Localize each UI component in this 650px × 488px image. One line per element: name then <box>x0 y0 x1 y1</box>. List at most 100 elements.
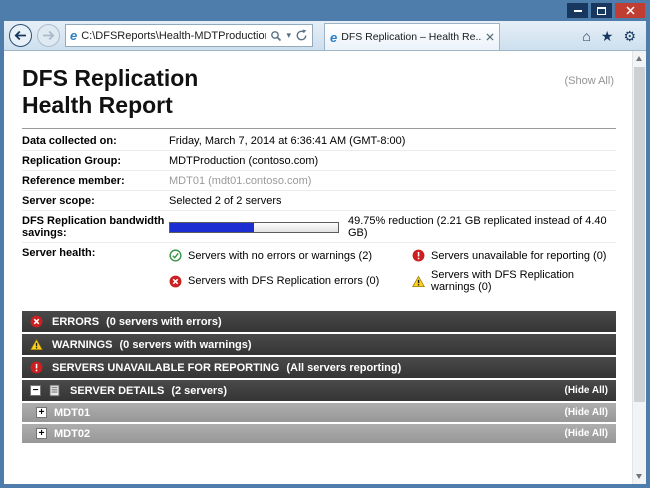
page-favicon-icon: e <box>70 29 77 42</box>
health-text: Servers with DFS Replication warnings (0… <box>431 269 616 293</box>
back-arrow-icon <box>14 30 27 41</box>
forward-button[interactable] <box>37 24 60 47</box>
report-summary: Data collected on: Friday, March 7, 2014… <box>22 131 616 299</box>
section-label: WARNINGS <box>52 339 113 351</box>
section-errors[interactable]: ERRORS (0 servers with errors) <box>22 311 616 332</box>
maximize-button[interactable] <box>591 3 612 18</box>
error-icon <box>169 275 182 288</box>
back-button[interactable] <box>9 24 32 47</box>
forward-arrow-icon <box>42 30 55 41</box>
expand-expander-box[interactable]: + <box>36 428 47 439</box>
bandwidth-value: 49.75% reduction (2.21 GB replicated ins… <box>169 215 616 239</box>
search-icon[interactable] <box>270 30 282 42</box>
section-label: SERVERS UNAVAILABLE FOR REPORTING <box>52 362 279 374</box>
hide-all-link[interactable]: (Hide All) <box>564 407 608 418</box>
health-item-warnings: Servers with DFS Replication warnings (0… <box>412 269 616 293</box>
info-value: Friday, March 7, 2014 at 6:36:41 AM (GMT… <box>169 135 616 147</box>
section-label: SERVER DETAILS <box>70 385 164 397</box>
tab-title: DFS Replication – Health Re... <box>341 31 482 43</box>
section-detail: (0 servers with errors) <box>106 316 222 328</box>
info-label: Server health: <box>22 247 169 296</box>
health-item-errors: Servers with DFS Replication errors (0) <box>169 269 412 293</box>
report-page: DFS Replication Health Report (Show All)… <box>4 51 646 484</box>
section-server-details[interactable]: − SERVER DETAILS (2 servers) (Hide All) <box>22 380 616 401</box>
minimize-button[interactable] <box>567 3 588 18</box>
section-warnings[interactable]: WARNINGS (0 servers with warnings) <box>22 334 616 355</box>
page-title-line1: DFS Replication <box>22 65 616 92</box>
server-name: MDT01 <box>54 407 90 419</box>
info-row-reference-member: Reference member: MDT01 (mdt01.contoso.c… <box>22 171 616 191</box>
info-value: MDTProduction (contoso.com) <box>169 155 616 167</box>
vertical-scrollbar[interactable] <box>632 51 646 484</box>
error-icon <box>30 315 43 328</box>
tools-gear-button[interactable]: ⚙ <box>623 29 636 43</box>
warning-icon <box>412 275 425 288</box>
tab-favicon-icon: e <box>330 31 337 44</box>
section-detail: (0 servers with warnings) <box>120 339 252 351</box>
navigation-bar: e C:\DFSReports\Health-MDTProduction-07M… <box>4 21 646 51</box>
health-item-unavailable: Servers unavailable for reporting (0) <box>412 249 616 262</box>
section-servers-unavailable[interactable]: SERVERS UNAVAILABLE FOR REPORTING (All s… <box>22 357 616 378</box>
hide-all-link[interactable]: (Hide All) <box>564 385 608 396</box>
scroll-up-arrow[interactable] <box>633 51 646 66</box>
refresh-icon[interactable] <box>295 29 308 42</box>
bandwidth-progress-bar <box>169 222 339 233</box>
scroll-thumb[interactable] <box>634 67 645 402</box>
title-divider <box>22 128 616 129</box>
close-icon <box>626 6 635 15</box>
page-content: DFS Replication Health Report (Show All)… <box>4 51 646 484</box>
info-row-data-collected: Data collected on: Friday, March 7, 2014… <box>22 131 616 151</box>
minimize-icon <box>574 10 582 12</box>
server-health-grid: Servers with no errors or warnings (2) S… <box>169 247 616 296</box>
info-row-server-scope: Server scope: Selected 2 of 2 servers <box>22 191 616 211</box>
bandwidth-text: 49.75% reduction (2.21 GB replicated ins… <box>348 215 616 239</box>
tab-dfs-replication-health-report[interactable]: e DFS Replication – Health Re... <box>324 23 500 50</box>
caption-buttons <box>567 3 646 18</box>
tab-close-icon[interactable] <box>486 33 494 41</box>
collapse-expander-box[interactable]: − <box>30 385 41 396</box>
expand-expander-box[interactable]: + <box>36 407 47 418</box>
ok-icon <box>169 249 182 262</box>
info-row-bandwidth: DFS Replication bandwidth savings: 49.75… <box>22 211 616 243</box>
info-label: Replication Group: <box>22 155 169 167</box>
chevron-down-icon[interactable]: ▾ <box>286 31 291 40</box>
address-bar[interactable]: e C:\DFSReports\Health-MDTProduction-07M… <box>65 24 313 47</box>
unavailable-icon <box>30 361 43 374</box>
close-button[interactable] <box>615 3 645 18</box>
show-all-link[interactable]: (Show All) <box>564 75 614 87</box>
section-detail: (All servers reporting) <box>286 362 401 374</box>
home-button[interactable]: ⌂ <box>582 29 590 43</box>
unavailable-icon <box>412 249 425 262</box>
server-row-mdt01[interactable]: + MDT01 (Hide All) <box>22 403 616 422</box>
page-title: DFS Replication Health Report <box>22 65 616 119</box>
section-label: ERRORS <box>52 316 99 328</box>
info-label: Data collected on: <box>22 135 169 147</box>
browser-window: e C:\DFSReports\Health-MDTProduction-07M… <box>0 0 650 488</box>
titlebar[interactable] <box>4 0 646 21</box>
section-detail: (2 servers) <box>171 385 227 397</box>
health-text: Servers unavailable for reporting (0) <box>431 250 606 262</box>
warning-icon <box>30 338 43 351</box>
health-text: Servers with DFS Replication errors (0) <box>188 275 379 287</box>
info-label: Reference member: <box>22 175 169 187</box>
info-label: Server scope: <box>22 195 169 207</box>
report-sections: ERRORS (0 servers with errors) WARNINGS … <box>22 311 616 443</box>
address-text[interactable]: C:\DFSReports\Health-MDTProduction-07M <box>81 30 266 42</box>
favorites-button[interactable]: ★ <box>601 29 614 43</box>
info-row-replication-group: Replication Group: MDTProduction (contos… <box>22 151 616 171</box>
scroll-down-arrow[interactable] <box>633 469 646 484</box>
info-row-server-health: Server health: Servers with no errors or… <box>22 243 616 299</box>
health-item-ok: Servers with no errors or warnings (2) <box>169 249 412 262</box>
info-value: Selected 2 of 2 servers <box>169 195 616 207</box>
page-title-line2: Health Report <box>22 92 616 119</box>
server-row-mdt02[interactable]: + MDT02 (Hide All) <box>22 424 616 443</box>
server-name: MDT02 <box>54 428 90 440</box>
health-text: Servers with no errors or warnings (2) <box>188 250 372 262</box>
server-icon <box>48 384 61 397</box>
info-label: DFS Replication bandwidth savings: <box>22 215 169 239</box>
toolbar-icons: ⌂ ★ ⚙ <box>582 29 641 43</box>
maximize-icon <box>597 7 606 15</box>
info-value: MDT01 (mdt01.contoso.com) <box>169 175 616 187</box>
bandwidth-progress-fill <box>170 223 254 232</box>
hide-all-link[interactable]: (Hide All) <box>564 428 608 439</box>
